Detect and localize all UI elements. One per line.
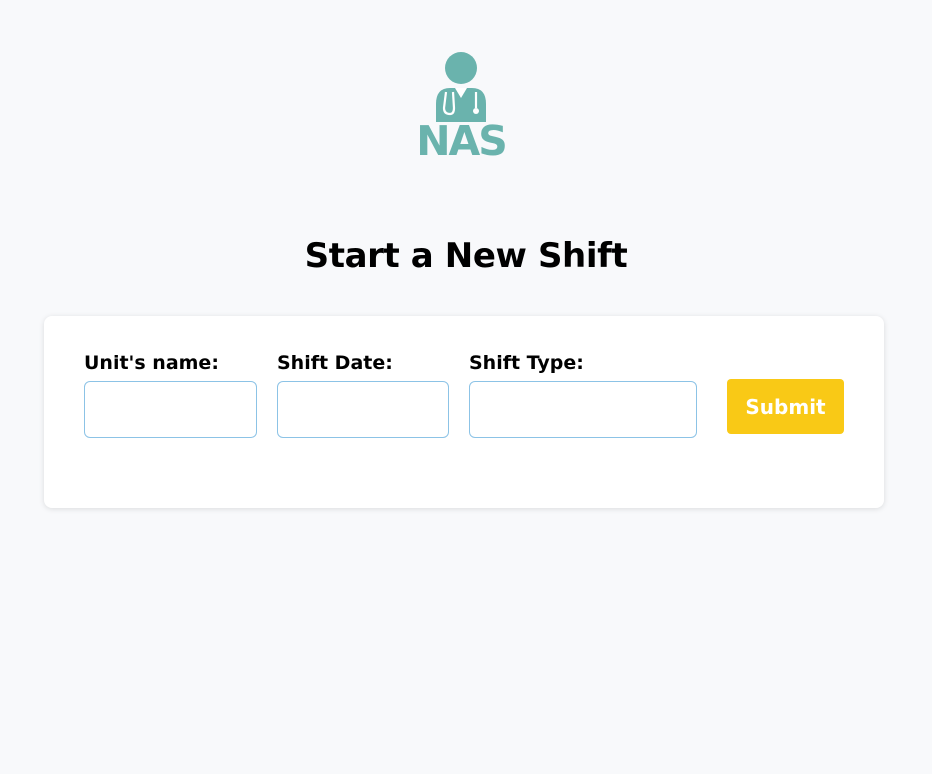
new-shift-form: Unit's name: Shift Date: Shift Type: Sub…	[44, 316, 884, 508]
nas-logo: NAS	[416, 48, 508, 165]
unit-name-field: Unit's name:	[84, 350, 257, 438]
submit-button[interactable]: Submit	[727, 379, 844, 434]
shift-type-input[interactable]	[469, 381, 697, 438]
shift-type-label: Shift Type:	[469, 352, 584, 374]
unit-name-input[interactable]	[84, 381, 257, 438]
shift-date-input[interactable]	[277, 381, 449, 438]
shift-date-field: Shift Date:	[277, 350, 449, 438]
page-title: Start a New Shift	[304, 235, 628, 276]
shift-date-label: Shift Date:	[277, 352, 393, 374]
shift-type-field: Shift Type:	[469, 350, 697, 438]
unit-name-label: Unit's name:	[84, 352, 219, 374]
logo-text: NAS	[418, 117, 506, 160]
nurse-icon: NAS	[416, 52, 508, 165]
